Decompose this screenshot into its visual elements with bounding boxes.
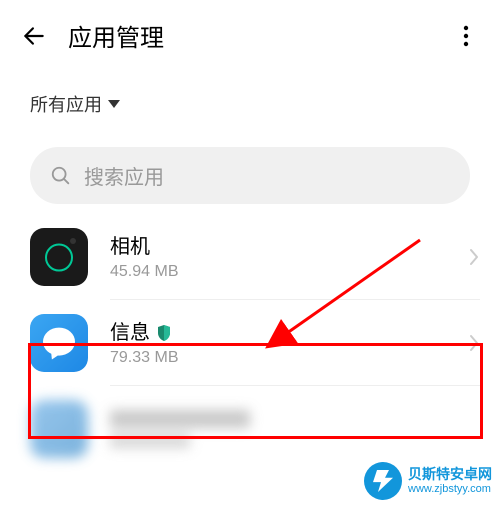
- back-arrow-icon: [21, 23, 47, 49]
- chevron-down-icon: [108, 100, 120, 108]
- filter-label: 所有应用: [30, 91, 102, 117]
- search-placeholder: 搜索应用: [84, 161, 164, 190]
- more-menu-button[interactable]: [452, 22, 480, 50]
- chevron-right-icon: [468, 247, 480, 267]
- app-size: 45.94 MB: [110, 263, 468, 281]
- app-name: 信息: [110, 319, 150, 347]
- app-name: 相机: [110, 233, 150, 261]
- header: 应用管理: [0, 0, 500, 71]
- app-item-messages[interactable]: 信息 79.33 MB: [0, 300, 500, 386]
- filter-dropdown[interactable]: 所有应用: [0, 71, 500, 137]
- app-list: 相机 45.94 MB 信息 79.33 MB: [0, 214, 500, 472]
- app-size: 79.33 MB: [110, 349, 468, 367]
- shield-icon: [156, 324, 172, 342]
- chevron-right-icon: [468, 333, 480, 353]
- watermark: 贝斯特安卓网 www.zjbstyy.com: [364, 462, 492, 500]
- header-left: 应用管理: [20, 18, 164, 53]
- app-info: 相机 45.94 MB: [110, 233, 468, 281]
- app-item-blurred: [0, 386, 500, 472]
- app-info: 信息 79.33 MB: [110, 319, 468, 367]
- search-icon: [50, 165, 72, 187]
- more-vertical-icon: [463, 24, 469, 48]
- watermark-title: 贝斯特安卓网: [408, 466, 492, 483]
- camera-icon: [30, 228, 88, 286]
- messages-icon: [30, 314, 88, 372]
- watermark-logo-icon: [364, 462, 402, 500]
- page-title: 应用管理: [68, 18, 164, 53]
- back-button[interactable]: [20, 22, 48, 50]
- search-input[interactable]: 搜索应用: [30, 147, 470, 204]
- watermark-url: www.zjbstyy.com: [408, 483, 492, 496]
- app-item-camera[interactable]: 相机 45.94 MB: [0, 214, 500, 300]
